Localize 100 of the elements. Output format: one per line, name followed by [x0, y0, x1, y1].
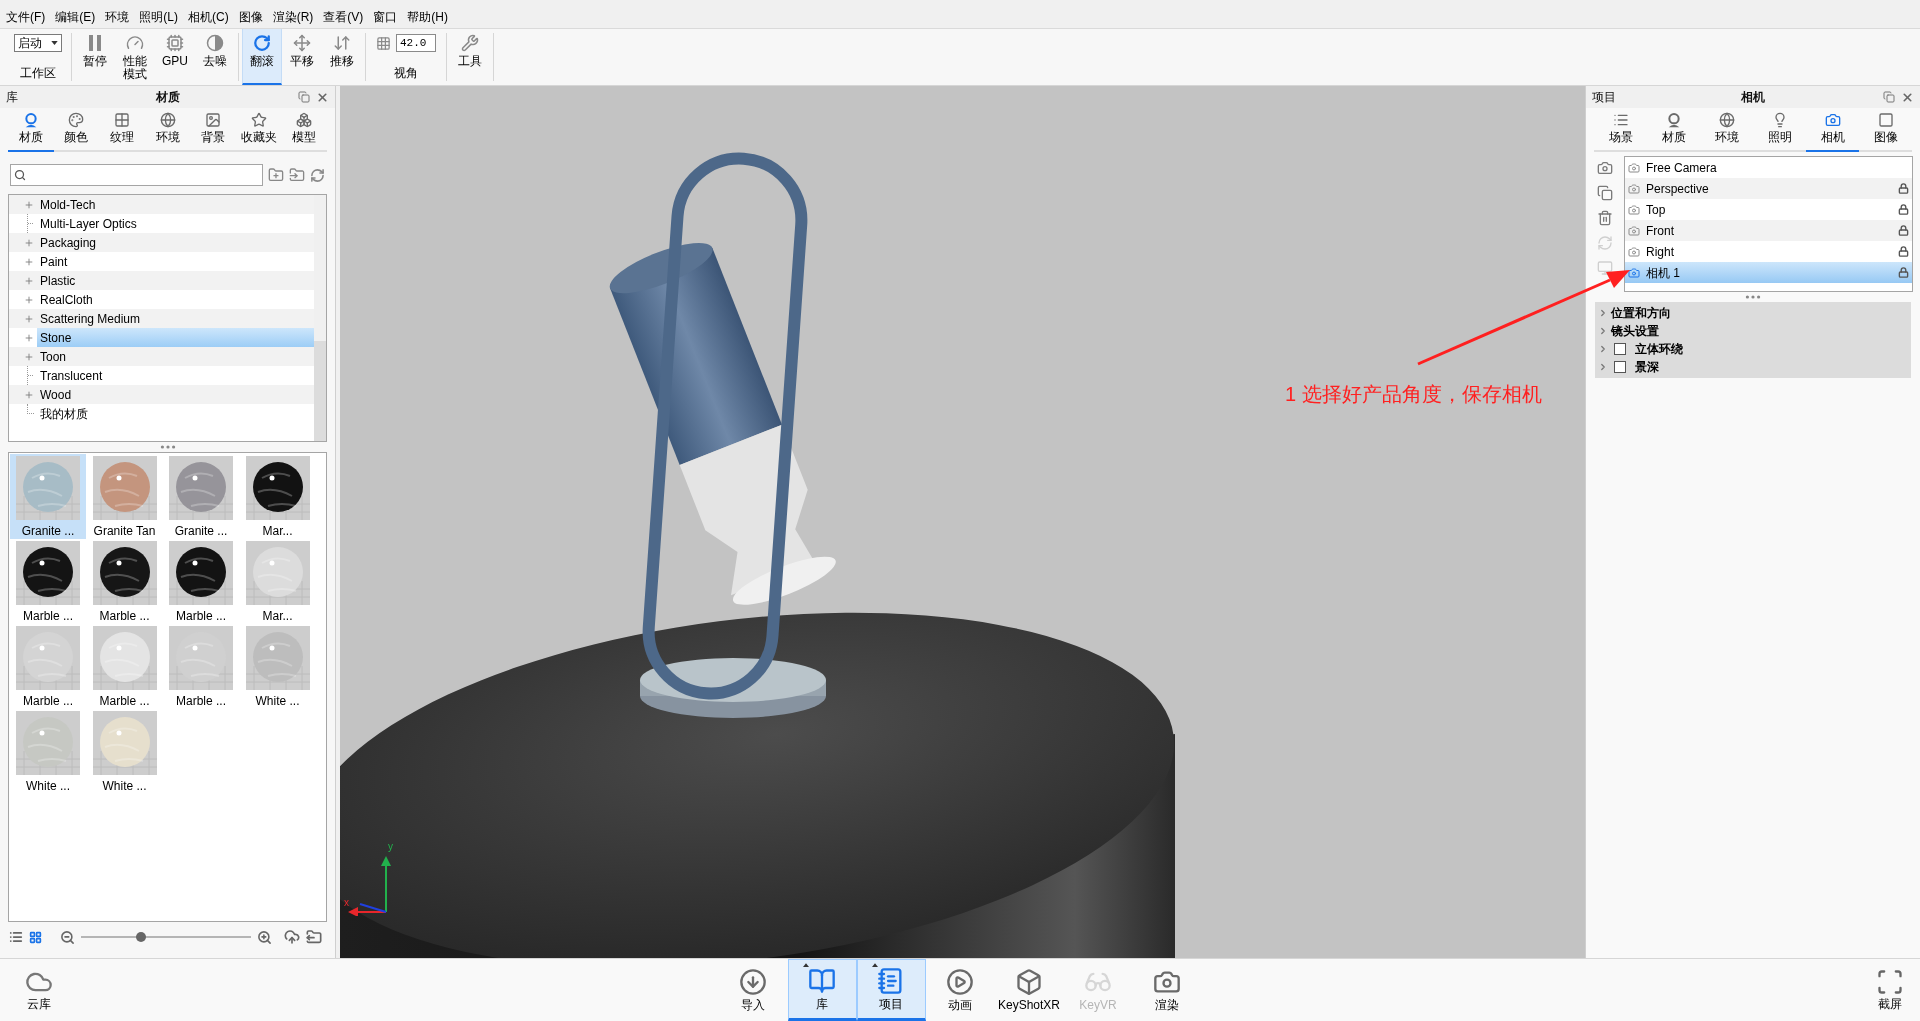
restore-icon[interactable]: [298, 91, 310, 103]
zoom-out-icon[interactable]: [60, 929, 75, 945]
section-header[interactable]: 镜头设置: [1611, 322, 1659, 340]
camera-icon: [1628, 245, 1640, 258]
plus-icon[interactable]: [24, 389, 34, 400]
plus-icon[interactable]: [24, 294, 34, 305]
tab[interactable]: 材质: [8, 108, 54, 152]
tab[interactable]: 背景: [190, 108, 236, 152]
camera-item[interactable]: 相机 1: [1625, 262, 1912, 283]
plus-icon[interactable]: [24, 237, 34, 248]
dock-button[interactable]: KeyShotXR: [994, 959, 1064, 1021]
tab[interactable]: 场景: [1594, 108, 1647, 152]
restore-icon[interactable]: [1883, 91, 1895, 103]
material-thumbnail[interactable]: Marble ...: [10, 539, 86, 624]
menu-item[interactable]: 编辑(E): [50, 6, 101, 27]
menu-item[interactable]: 图像: [233, 6, 268, 27]
toolbar-button[interactable]: 暂停: [75, 29, 115, 85]
view-angle-input[interactable]: 42.0: [396, 34, 436, 52]
menu-item[interactable]: 文件(F): [1, 6, 51, 27]
camera-icon[interactable]: [1597, 160, 1613, 176]
plus-icon[interactable]: [24, 313, 34, 324]
menu-item[interactable]: 环境: [100, 6, 135, 27]
tab[interactable]: 环境: [1700, 108, 1753, 152]
dock-button[interactable]: 动画: [925, 959, 995, 1021]
screenshot-button[interactable]: 截屏: [1876, 968, 1904, 1012]
material-thumbnail[interactable]: Mar...: [239, 454, 316, 539]
close-icon[interactable]: [1901, 90, 1914, 104]
scrollbar[interactable]: [314, 195, 326, 441]
tree-item[interactable]: Packaging: [9, 233, 314, 252]
material-thumbnail[interactable]: Marble ...: [163, 539, 239, 624]
toolbar-button[interactable]: 翻滚: [242, 29, 282, 85]
tab[interactable]: 收藏夹: [235, 108, 282, 152]
dock-button[interactable]: 导入: [718, 959, 788, 1021]
plus-icon[interactable]: [24, 199, 34, 210]
menu-item[interactable]: 照明(L): [134, 6, 183, 27]
workspace-dropdown[interactable]: 启动: [14, 34, 62, 52]
toolbar-button[interactable]: 推移: [322, 29, 362, 85]
plus-icon[interactable]: [24, 256, 34, 267]
dock-button[interactable]: 项目: [856, 959, 926, 1021]
menu-item[interactable]: 相机(C): [183, 6, 234, 27]
menu-item[interactable]: 帮助(H): [402, 6, 453, 27]
cloud-library-button[interactable]: 云库: [24, 968, 54, 1012]
toolbar-button[interactable]: 工具: [450, 29, 490, 85]
material-thumbnail[interactable]: White ...: [86, 709, 163, 794]
tab[interactable]: 模型: [281, 108, 328, 152]
material-thumbnail[interactable]: White ...: [10, 709, 86, 794]
slider-thumb[interactable]: [135, 932, 146, 942]
folder-plus-icon[interactable]: [268, 167, 285, 183]
toolbar-button[interactable]: GPU: [155, 29, 195, 85]
trash-icon[interactable]: [1597, 210, 1613, 226]
camera-icon: [1628, 203, 1640, 216]
tree-item[interactable]: Plastic: [9, 271, 314, 290]
cloud-upload-icon[interactable]: [284, 929, 300, 945]
tree-item[interactable]: Wood: [9, 385, 314, 404]
folder-arrow-icon[interactable]: [306, 929, 322, 945]
grid-view-icon[interactable]: [29, 930, 42, 944]
material-thumbnail[interactable]: Marble ...: [10, 624, 86, 709]
menu-item[interactable]: 窗口: [368, 6, 403, 27]
material-thumbnail[interactable]: Granite ...: [10, 454, 86, 539]
tab[interactable]: 环境: [144, 108, 191, 152]
list-view-icon[interactable]: [9, 930, 23, 944]
checkbox[interactable]: [1614, 343, 1626, 355]
menu-item[interactable]: 查看(V): [318, 6, 369, 27]
material-thumbnail[interactable]: Marble ...: [86, 539, 163, 624]
tab[interactable]: 纹理: [99, 108, 145, 152]
close-icon[interactable]: [316, 90, 329, 104]
search-field[interactable]: [10, 164, 264, 186]
tab[interactable]: 图像: [1859, 108, 1912, 152]
toolbar-button[interactable]: 平移: [282, 29, 322, 85]
tab[interactable]: 材质: [1647, 108, 1700, 152]
camera-item[interactable]: Perspective: [1625, 178, 1912, 199]
toolbar-button[interactable]: 性能模式: [115, 29, 155, 85]
tree-item[interactable]: Toon: [9, 347, 314, 366]
material-thumbnail[interactable]: Marble ...: [86, 624, 163, 709]
zoom-in-icon[interactable]: [257, 929, 272, 945]
material-thumbnail[interactable]: Mar...: [239, 539, 316, 624]
material-thumbnail[interactable]: White ...: [239, 624, 316, 709]
refresh-icon[interactable]: [310, 167, 325, 183]
splitter-handle-icon[interactable]: [159, 445, 176, 449]
copy-icon[interactable]: [1597, 185, 1613, 201]
material-thumbnail[interactable]: Granite ...: [163, 454, 239, 539]
plus-icon[interactable]: [24, 332, 34, 343]
plus-icon[interactable]: [24, 275, 34, 286]
material-thumbnail[interactable]: Marble ...: [163, 624, 239, 709]
tab[interactable]: 相机: [1806, 108, 1859, 152]
plus-icon[interactable]: [24, 351, 34, 362]
camera-item[interactable]: Front: [1625, 220, 1912, 241]
menu-item[interactable]: 渲染(R): [267, 6, 319, 27]
tree-item[interactable]: Mold-Tech: [9, 195, 314, 214]
section-header[interactable]: 位置和方向: [1611, 304, 1671, 322]
tab[interactable]: 颜色: [53, 108, 100, 152]
dock-button[interactable]: 渲染: [1132, 959, 1202, 1021]
checkbox[interactable]: [1614, 361, 1626, 373]
tree-item[interactable]: Scattering Medium: [9, 309, 314, 328]
folder-arrow-icon[interactable]: [289, 167, 306, 183]
toolbar-button[interactable]: 去噪: [195, 29, 235, 85]
splitter-handle-icon[interactable]: [1745, 295, 1761, 299]
material-thumbnail[interactable]: Granite Tan: [86, 454, 163, 539]
tab[interactable]: 照明: [1753, 108, 1806, 152]
dock-button[interactable]: 库: [787, 959, 857, 1021]
